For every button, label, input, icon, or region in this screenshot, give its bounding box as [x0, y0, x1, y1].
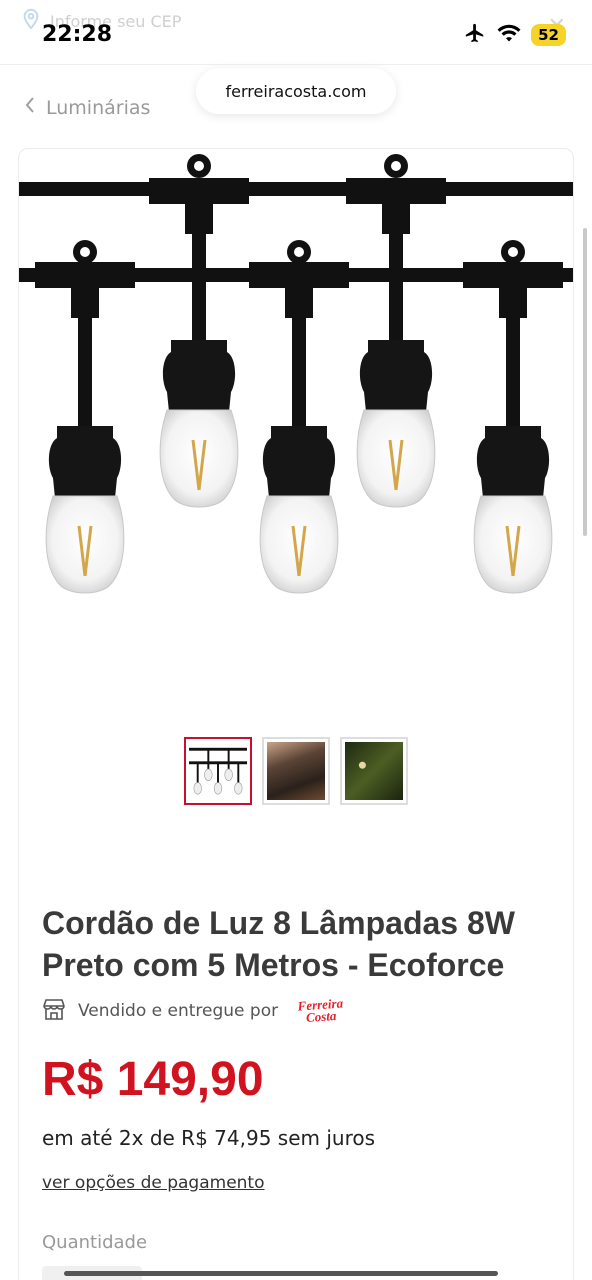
product-price: R$ 149,90	[42, 1053, 264, 1106]
url-bar[interactable]: ferreiracosta.com	[196, 68, 396, 114]
seller-info: Vendido e entregue por Ferreira Costa	[42, 995, 344, 1025]
breadcrumb[interactable]: Luminárias	[24, 96, 150, 119]
status-bar: Informe seu CEP ✕ 22:28 52	[0, 0, 592, 64]
location-pin-icon	[20, 8, 42, 34]
chevron-left-icon	[24, 96, 36, 119]
thumbnail-3-image	[345, 742, 403, 800]
store-icon	[42, 998, 66, 1024]
seller-prefix: Vendido e entregue por	[78, 1001, 279, 1021]
thumbnail-1[interactable]	[184, 737, 252, 805]
status-icons: 52	[463, 22, 566, 48]
battery-icon: 52	[531, 24, 566, 46]
payment-options-link[interactable]: ver opções de pagamento	[42, 1173, 265, 1193]
airplane-icon	[463, 22, 487, 48]
installments-text: em até 2x de R$ 74,95 sem juros	[42, 1126, 376, 1150]
status-time: 22:28	[42, 22, 113, 47]
thumbnail-2[interactable]	[262, 737, 330, 805]
thumbnail-2-image	[267, 742, 325, 800]
quantity-label: Quantidade	[42, 1232, 148, 1253]
breadcrumb-label: Luminárias	[46, 96, 151, 119]
thumbnail-3[interactable]	[340, 737, 408, 805]
product-title: Cordão de Luz 8 Lâmpadas 8W Preto com 5 …	[42, 905, 515, 983]
header-divider	[0, 64, 592, 65]
scrollbar[interactable]	[583, 228, 587, 536]
ferreira-costa-logo[interactable]: Ferreira Costa	[297, 995, 344, 1025]
thumbnail-strip	[184, 737, 408, 805]
wifi-icon	[497, 23, 521, 47]
home-indicator[interactable]	[64, 1271, 498, 1276]
url-text: ferreiracosta.com	[225, 81, 367, 101]
product-image[interactable]	[19, 150, 573, 710]
